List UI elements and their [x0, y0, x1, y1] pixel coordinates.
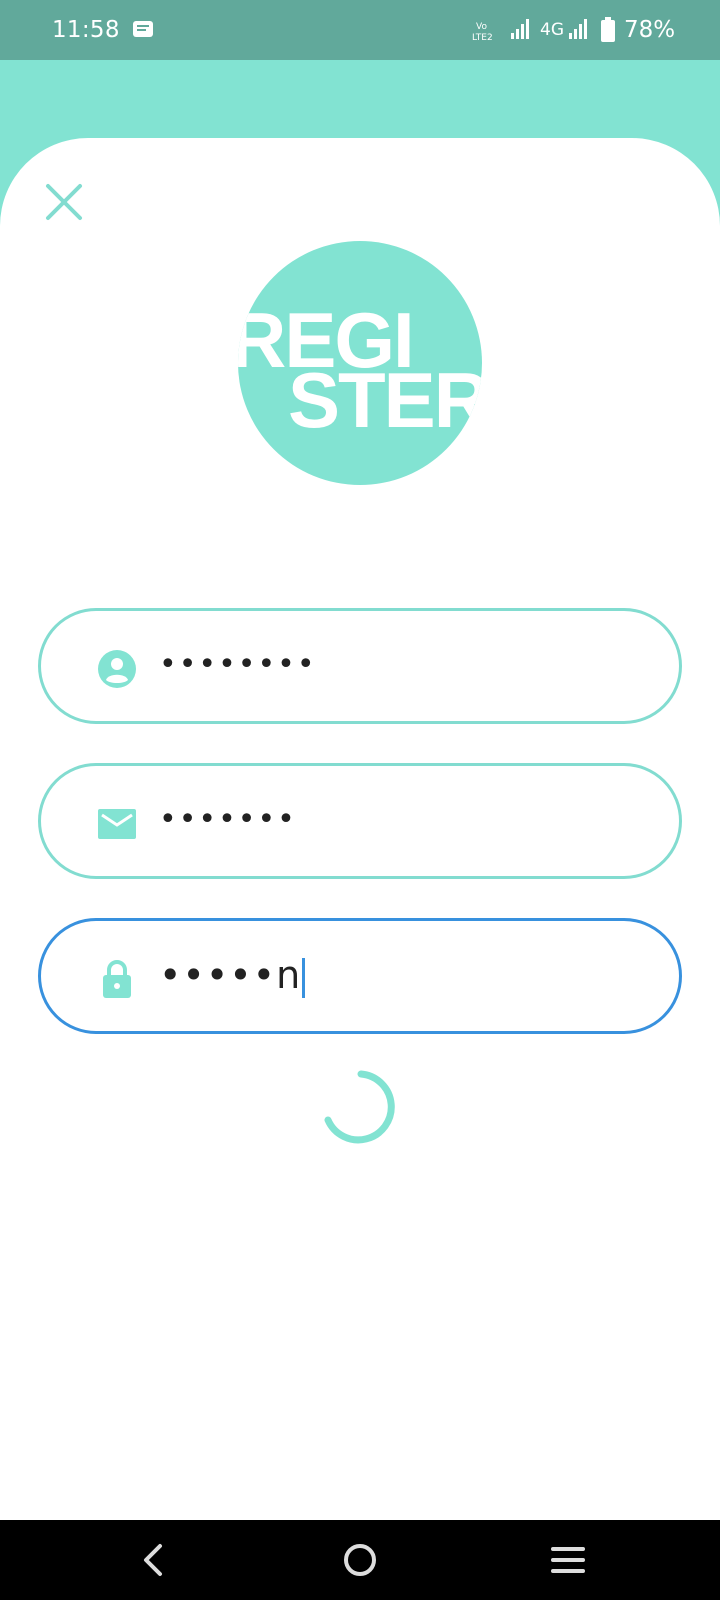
loading-spinner-icon: [324, 1070, 395, 1144]
svg-text:LTE2: LTE2: [472, 33, 493, 43]
close-icon[interactable]: [40, 178, 88, 226]
text-cursor: [302, 957, 306, 998]
status-time: 11:58: [52, 17, 120, 43]
signal-icon: [569, 19, 587, 39]
navigation-bar: [0, 1520, 720, 1600]
password-field[interactable]: •••••n: [38, 918, 682, 1034]
network-type: 4G: [540, 20, 564, 40]
username-field[interactable]: ••••••••: [38, 608, 682, 724]
back-icon[interactable]: [134, 1540, 174, 1580]
user-icon: [98, 650, 136, 688]
email-field[interactable]: •••••••: [38, 763, 682, 879]
home-icon[interactable]: [340, 1540, 380, 1580]
username-value: ••••••••: [159, 647, 317, 682]
svg-text:Vo: Vo: [476, 22, 487, 32]
password-value: •••••n: [159, 953, 302, 997]
message-icon: [133, 21, 153, 37]
menu-icon[interactable]: [548, 1540, 588, 1580]
logo-text-line2: STER: [288, 356, 482, 444]
battery-icon: [601, 17, 615, 42]
password-value-wrap: •••••n: [159, 953, 306, 998]
mail-icon: [98, 809, 136, 839]
volte-icon: Vo LTE2: [472, 22, 493, 43]
lock-icon: [103, 960, 131, 998]
status-bar: 11:58 Vo LTE2 4G 78%: [0, 0, 720, 60]
email-value: •••••••: [159, 802, 297, 837]
register-logo: REGI STER: [238, 241, 482, 485]
signal-icon: [511, 19, 529, 39]
battery-percentage: 78%: [624, 17, 676, 43]
